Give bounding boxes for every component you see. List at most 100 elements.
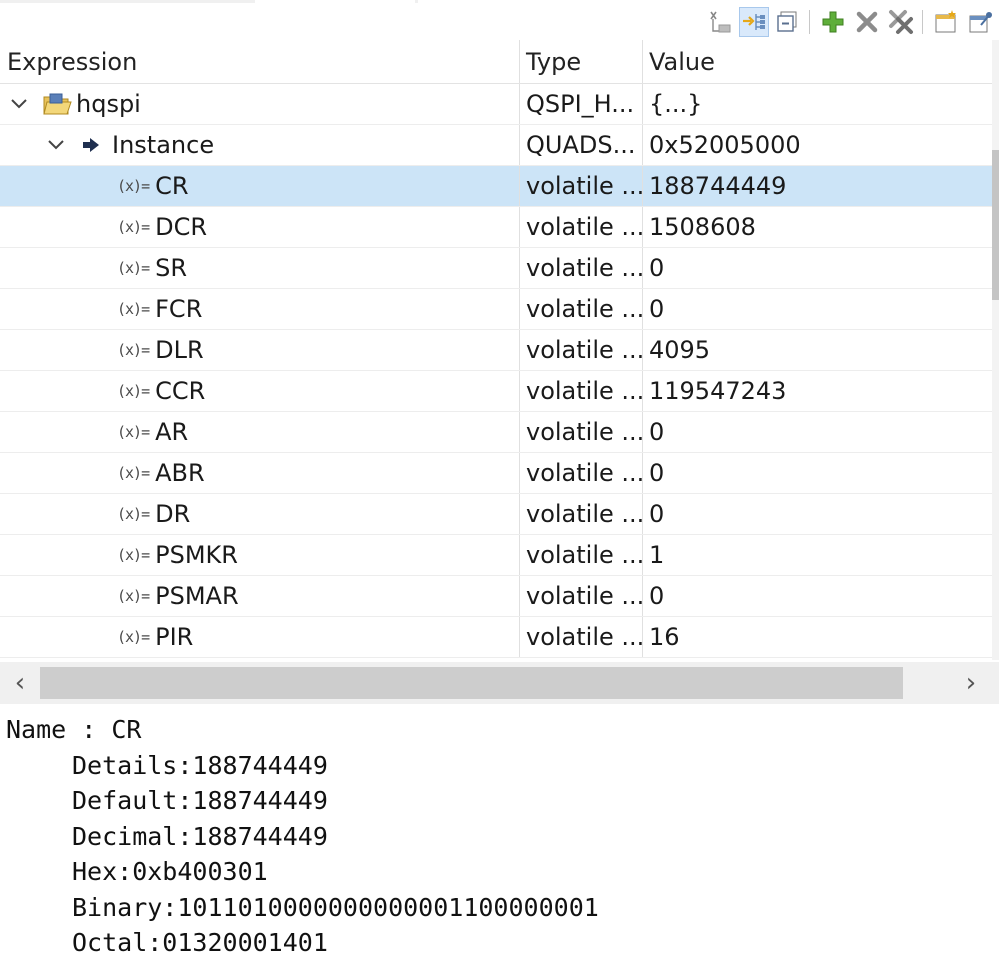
variable-icon: (x)= bbox=[117, 546, 150, 564]
chevron-down-icon[interactable] bbox=[9, 94, 29, 114]
tree-header-row: Expression Type Value bbox=[0, 40, 992, 84]
tree-row-value: 1 bbox=[649, 541, 665, 569]
remove-expression-button[interactable] bbox=[852, 7, 882, 37]
tree-row-type: volatile ... bbox=[526, 582, 642, 610]
variable-icon: (x)= bbox=[117, 587, 150, 605]
variable-icon: (x)= bbox=[117, 505, 150, 523]
column-header-expression[interactable]: Expression bbox=[0, 40, 519, 83]
chevron-down-icon[interactable] bbox=[46, 135, 66, 155]
tree-row-value: {...} bbox=[649, 90, 703, 118]
show-logical-structure-icon bbox=[743, 14, 765, 30]
tree-row-value: 16 bbox=[649, 623, 680, 651]
view-top-border bbox=[0, 0, 999, 3]
column-header-type-label: Type bbox=[526, 47, 582, 76]
tree-row-name: PSMKR bbox=[155, 541, 238, 569]
column-header-value-label: Value bbox=[649, 47, 715, 76]
details-name-line: Name : CR bbox=[6, 715, 142, 744]
tree-row-type: volatile ... bbox=[526, 172, 642, 200]
details-line: Octal:01320001401 bbox=[72, 928, 328, 957]
tree-row-value: 0 bbox=[649, 418, 665, 446]
tree-row-name: SR bbox=[155, 254, 188, 282]
variable-icon: (x)= bbox=[117, 341, 150, 359]
variable-icon: (x)= bbox=[117, 218, 150, 236]
tab-strip-segment bbox=[255, 0, 415, 3]
pointer-arrow-icon bbox=[82, 137, 100, 153]
tree-row-type: volatile ... bbox=[526, 623, 642, 651]
tree-row-register[interactable]: (x)= CR volatile ... 188744449 bbox=[0, 166, 992, 207]
show-logical-structure-button[interactable] bbox=[739, 7, 769, 37]
variable-icon: (x)= bbox=[117, 300, 150, 318]
tree-row-register[interactable]: (x)= PSMKR volatile ... 1 bbox=[0, 535, 992, 576]
tree-row-register[interactable]: (x)= DCR volatile ... 1508608 bbox=[0, 207, 992, 248]
tree-row-instance[interactable]: Instance QUADS... 0x52005000 bbox=[0, 125, 992, 166]
tree-row-value: 0 bbox=[649, 459, 665, 487]
tree-row-type: volatile ... bbox=[526, 459, 642, 487]
collapse-all-icon bbox=[777, 11, 797, 32]
toolbar-separator bbox=[809, 10, 810, 34]
tree-row-type: QSPI_H... bbox=[526, 90, 635, 118]
chevron-left-icon: ‹ bbox=[14, 668, 26, 698]
tree-row-value: 0 bbox=[649, 254, 665, 282]
tree-row-name: hqspi bbox=[76, 90, 141, 118]
tree-row-register[interactable]: (x)= DLR volatile ... 4095 bbox=[0, 330, 992, 371]
new-view-button[interactable] bbox=[931, 7, 961, 37]
tree-row-type: volatile ... bbox=[526, 254, 642, 282]
tree-row-value: 0x52005000 bbox=[649, 131, 801, 159]
tree-row-name: ABR bbox=[155, 459, 205, 487]
column-header-expression-label: Expression bbox=[7, 47, 138, 76]
tree-row-register[interactable]: (x)= SR volatile ... 0 bbox=[0, 248, 992, 289]
variable-icon: (x)= bbox=[117, 464, 150, 482]
tree-row-name: Instance bbox=[112, 131, 215, 159]
tree-row-register[interactable]: (x)= ABR volatile ... 0 bbox=[0, 453, 992, 494]
tree-row-register[interactable]: (x)= PSMAR volatile ... 0 bbox=[0, 576, 992, 617]
tree-row-value: 1508608 bbox=[649, 213, 756, 241]
tree-row-register[interactable]: (x)= FCR volatile ... 0 bbox=[0, 289, 992, 330]
details-line: Details:188744449 bbox=[72, 750, 328, 780]
pin-view-icon bbox=[969, 12, 992, 33]
tree-row-name: DLR bbox=[155, 336, 204, 364]
tree-row-value: 119547243 bbox=[649, 377, 787, 405]
details-line: Hex:0xb400301 bbox=[72, 857, 268, 886]
toolbar-separator bbox=[922, 10, 923, 34]
chevron-right-icon: › bbox=[965, 668, 977, 698]
column-header-type[interactable]: Type bbox=[519, 40, 642, 83]
collapse-all-button[interactable] bbox=[773, 7, 803, 37]
add-expression-button[interactable] bbox=[818, 7, 848, 37]
tree-row-name: CR bbox=[155, 172, 189, 200]
tree-row-type: volatile ... bbox=[526, 541, 642, 569]
add-expression-icon bbox=[822, 11, 844, 33]
tree-row-register[interactable]: (x)= AR volatile ... 0 bbox=[0, 412, 992, 453]
vertical-scrollbar-thumb[interactable] bbox=[992, 150, 999, 300]
tree-row-register[interactable]: (x)= PIR volatile ... 16 bbox=[0, 617, 992, 658]
tab-strip-segment bbox=[418, 0, 999, 3]
scroll-right-button[interactable]: › bbox=[951, 662, 991, 704]
pin-view-button[interactable] bbox=[965, 7, 995, 37]
tree-row-value: 0 bbox=[649, 582, 665, 610]
column-header-value[interactable]: Value bbox=[642, 40, 992, 83]
tree-row-type: volatile ... bbox=[526, 418, 642, 446]
view-toolbar bbox=[701, 5, 999, 39]
details-line: Binary:1011010000000000001100000001 bbox=[72, 892, 599, 922]
tree-row-type: volatile ... bbox=[526, 336, 642, 364]
tree-row-value: 0 bbox=[649, 295, 665, 323]
tree-row-register[interactable]: (x)= DR volatile ... 0 bbox=[0, 494, 992, 535]
horizontal-scrollbar[interactable]: ‹ › bbox=[0, 662, 999, 704]
variable-icon: (x)= bbox=[117, 382, 150, 400]
vertical-scrollbar[interactable] bbox=[992, 40, 999, 660]
scroll-left-button[interactable]: ‹ bbox=[0, 662, 40, 704]
details-line: Default:188744449 bbox=[72, 786, 328, 815]
tree-row-value: 188744449 bbox=[649, 172, 787, 200]
tree-row-type: volatile ... bbox=[526, 500, 642, 528]
expressions-tree: Expression Type Value hqspi QSPI_H... {.… bbox=[0, 40, 992, 658]
horizontal-scrollbar-thumb[interactable] bbox=[40, 667, 903, 699]
show-type-names-button[interactable] bbox=[705, 7, 735, 37]
tree-row-hqspi[interactable]: hqspi QSPI_H... {...} bbox=[0, 84, 992, 125]
remove-all-expressions-button[interactable] bbox=[886, 7, 916, 37]
tree-row-register[interactable]: (x)= CCR volatile ... 119547243 bbox=[0, 371, 992, 412]
tree-row-type: QUADS... bbox=[526, 131, 636, 159]
struct-folder-icon bbox=[42, 91, 72, 117]
remove-expression-icon bbox=[856, 11, 878, 33]
tree-row-name: PIR bbox=[155, 623, 194, 651]
show-type-names-icon bbox=[710, 11, 731, 33]
tree-row-name: DR bbox=[155, 500, 191, 528]
